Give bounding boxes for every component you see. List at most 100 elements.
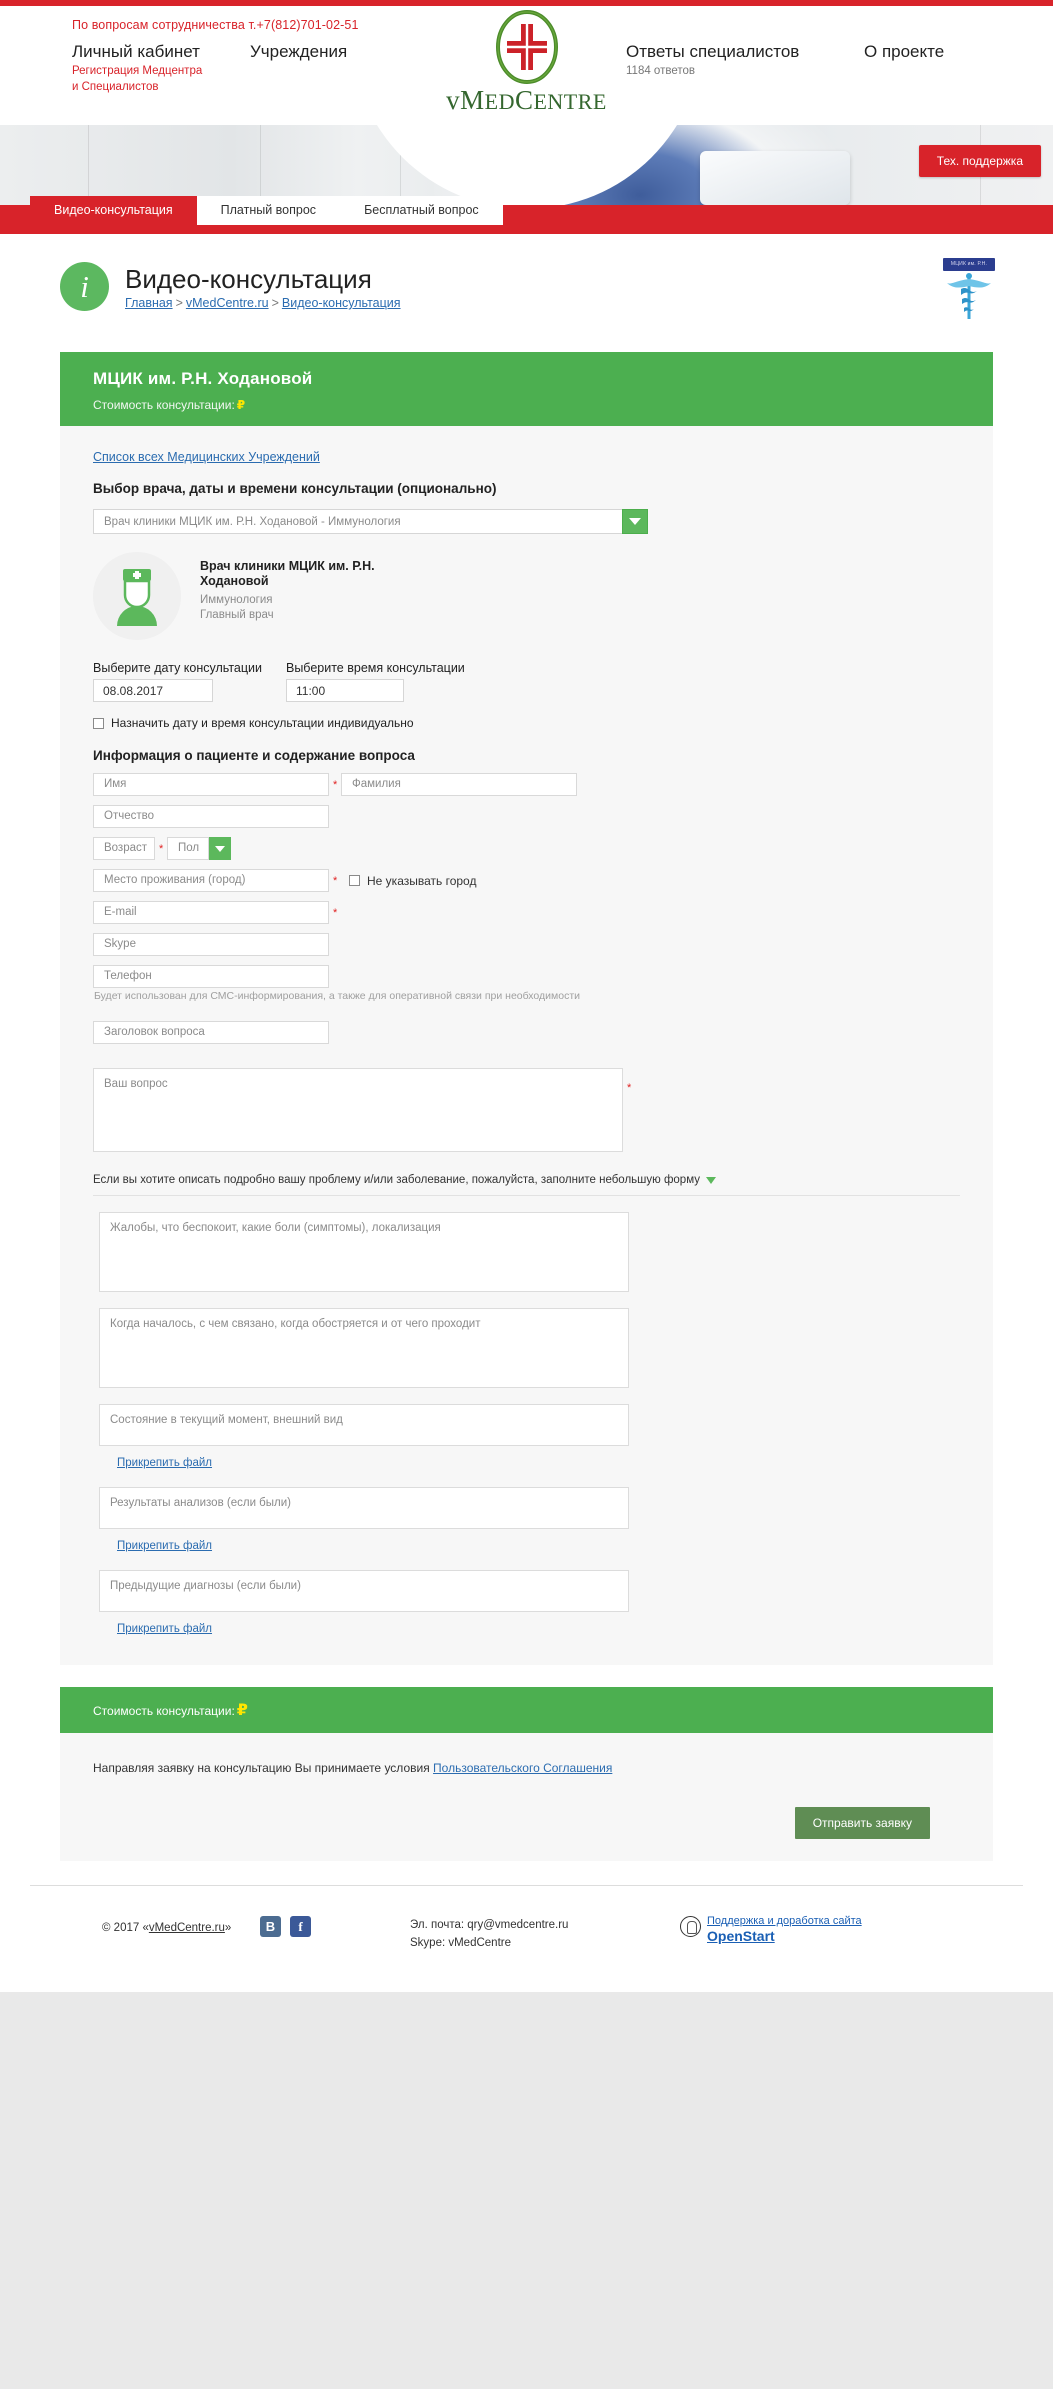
breadcrumb-item-current[interactable]: Видео-консультация	[282, 296, 401, 310]
chevron-down-icon[interactable]	[705, 1176, 716, 1184]
onset-textarea[interactable]: Когда началось, с чем связано, когда обо…	[99, 1308, 629, 1388]
nav-label: Личный кабинет	[72, 42, 200, 61]
info-icon: i	[60, 262, 109, 311]
nav-sublabel: Регистрация Медцентра	[72, 65, 203, 77]
doctor-select[interactable]: Врач клиники МЦИК им. Р.Н. Ходановой - И…	[93, 509, 648, 534]
chevron-down-icon[interactable]	[209, 837, 231, 860]
facebook-icon[interactable]: f	[290, 1916, 311, 1937]
first-name-input[interactable]: Имя	[93, 773, 329, 796]
last-name-input[interactable]: Фамилия	[341, 773, 577, 796]
footer-email-label: Эл. почта:	[410, 1919, 465, 1931]
logo-c: C	[514, 85, 534, 115]
breadcrumb-item-site[interactable]: vMedCentre.ru	[186, 296, 269, 310]
tab-free-question[interactable]: Бесплатный вопрос	[340, 196, 503, 225]
date-time-row: Выберите дату консультации 08.08.2017 Вы…	[93, 661, 960, 702]
required-marker: *	[159, 842, 164, 855]
tech-support-button[interactable]: Тех. поддержка	[918, 145, 1041, 177]
detail-form: Жалобы, что беспокоит, какие боли (симпт…	[93, 1212, 960, 1637]
site-header: По вопросам сотрудничества т.+7(812)701-…	[0, 6, 1053, 125]
patient-form-title: Информация о пациенте и содержание вопро…	[93, 748, 415, 763]
footer-email-row: Эл. почта: qry@vmedcentre.ru	[410, 1916, 680, 1934]
no-city-checkbox[interactable]	[349, 875, 360, 886]
submit-price-header: Стоимость консультации: ₽	[60, 1687, 993, 1733]
page-title: Видео-консультация	[125, 264, 372, 294]
submit-price-currency: ₽	[236, 1702, 248, 1719]
caduceus-icon	[947, 273, 991, 319]
hero-mri-equipment	[700, 151, 850, 205]
consultation-date-input[interactable]: 08.08.2017	[93, 679, 213, 702]
current-state-textarea[interactable]: Состояние в текущий момент, внешний вид	[99, 1404, 629, 1446]
required-marker: *	[333, 778, 338, 791]
question-title-input[interactable]: Заголовок вопроса	[93, 1021, 329, 1044]
hero-logo-cutout	[350, 125, 703, 205]
support-link[interactable]: Поддержка и доработка сайта	[707, 1915, 862, 1927]
submit-card: Стоимость консультации: ₽ Направляя заявк…	[60, 1687, 993, 1861]
email-field[interactable]: E-mail	[93, 901, 329, 924]
copyright-prefix: © 2017 «	[102, 1922, 149, 1934]
age-input[interactable]: Возраст	[93, 837, 155, 860]
nav-item-institutions[interactable]: Учреждения	[250, 41, 347, 62]
openstart-link[interactable]: OpenStart	[707, 1929, 862, 1944]
skype-input[interactable]: Skype	[93, 933, 329, 956]
city-input[interactable]: Место проживания (город)	[93, 869, 329, 892]
required-marker: *	[627, 1082, 632, 1094]
nav-item-personal-cabinet[interactable]: Личный кабинет Регистрация Медцентра и С…	[72, 41, 202, 94]
doctor-name: Врач клиники МЦИК им. Р.Н. Ходановой	[200, 559, 375, 588]
logo-v: v	[446, 85, 461, 115]
consultation-time-input[interactable]: 11:00	[285, 679, 404, 702]
detail-form-toggle-label: Если вы хотите описать подробно вашу про…	[93, 1174, 700, 1186]
submit-request-button[interactable]: Отправить заявку	[794, 1807, 930, 1839]
nav-item-about[interactable]: О проекте	[864, 41, 944, 62]
copyright-link[interactable]: vMedCentre.ru	[149, 1922, 225, 1934]
sex-select-value[interactable]: Пол	[167, 837, 209, 860]
site-logo[interactable]: vMEDCENTRE	[432, 10, 622, 116]
attach-file-link[interactable]: Прикрепить файл	[117, 1540, 212, 1552]
breadcrumb-separator: >	[271, 296, 279, 310]
medical-cross-icon	[495, 10, 559, 84]
date-field: Выберите дату консультации 08.08.2017	[93, 661, 262, 702]
all-institutions-link[interactable]: Список всех Медицинских Учреждений	[93, 450, 960, 464]
logo-wordmark: vMEDCENTRE	[432, 85, 622, 116]
site-footer: © 2017 «vMedCentre.ru» B f Эл. почта: qr…	[30, 1885, 1023, 1978]
clinic-price-currency: ₽	[236, 398, 246, 412]
middle-name-input[interactable]: Отчество	[93, 805, 329, 828]
skype-row: Skype	[93, 933, 960, 956]
clinic-name: МЦИК им. Р.Н. Ходановой	[93, 369, 313, 388]
clinic-card: МЦИК им. Р.Н. Ходановой Стоимость консул…	[60, 352, 993, 1665]
complaints-textarea[interactable]: Жалобы, что беспокоит, какие боли (симпт…	[99, 1212, 629, 1292]
detail-form-toggle[interactable]: Если вы хотите описать подробно вашу про…	[93, 1174, 960, 1196]
tab-paid-question[interactable]: Платный вопрос	[196, 196, 341, 225]
vk-icon[interactable]: B	[260, 1916, 281, 1937]
question-textarea[interactable]: Ваш вопрос	[93, 1068, 623, 1152]
copyright-suffix: »	[224, 1922, 232, 1934]
content-shell: i Видео-консультация Главная > vMedCentre.…	[0, 234, 1053, 1992]
individual-schedule-checkbox[interactable]	[93, 717, 104, 729]
email-row: E-mail *	[93, 901, 960, 924]
age-sex-row: Возраст * Пол	[93, 837, 960, 860]
hero-detail	[88, 125, 89, 205]
attach-file-link[interactable]: Прикрепить файл	[117, 1457, 212, 1469]
patient-form: Информация о пациенте и содержание вопро…	[93, 748, 960, 1637]
clinic-price-row: Стоимость консультации: ₽	[93, 398, 993, 412]
city-row: Место проживания (город) * Не указывать …	[93, 869, 960, 892]
individual-schedule-row[interactable]: Назначить дату и время консультации инди…	[93, 716, 960, 730]
footer-support: Поддержка и доработка сайта OpenStart	[680, 1908, 862, 1944]
sex-select[interactable]: Пол	[167, 837, 231, 860]
doctor-role: Главный врач	[200, 609, 274, 621]
tab-video-consultation[interactable]: Видео-консультация	[30, 196, 197, 225]
logo-entre: ENTRE	[533, 89, 607, 114]
chevron-down-icon[interactable]	[622, 509, 648, 534]
logo-ed: ED	[484, 89, 515, 114]
user-agreement-link[interactable]: Пользовательского Соглашения	[433, 1761, 612, 1775]
question-row: Ваш вопрос *	[93, 1056, 960, 1152]
phone-input[interactable]: Телефон	[93, 965, 329, 988]
breadcrumb-item-home[interactable]: Главная	[125, 296, 173, 310]
submit-price-label: Стоимость консультации:	[93, 1704, 235, 1718]
previous-diagnoses-textarea[interactable]: Предыдущие диагнозы (если были)	[99, 1570, 629, 1612]
nav-item-specialist-answers[interactable]: Ответы специалистов 1184 ответов	[626, 41, 799, 78]
analysis-results-textarea[interactable]: Результаты анализов (если были)	[99, 1487, 629, 1529]
attach-file-link[interactable]: Прикрепить файл	[117, 1623, 212, 1635]
doctor-selection-title: Выбор врача, даты и времени консультации…	[93, 481, 497, 496]
doctor-select-value[interactable]: Врач клиники МЦИК им. Р.Н. Ходановой - И…	[93, 509, 622, 534]
breadcrumb-separator: >	[175, 296, 183, 310]
